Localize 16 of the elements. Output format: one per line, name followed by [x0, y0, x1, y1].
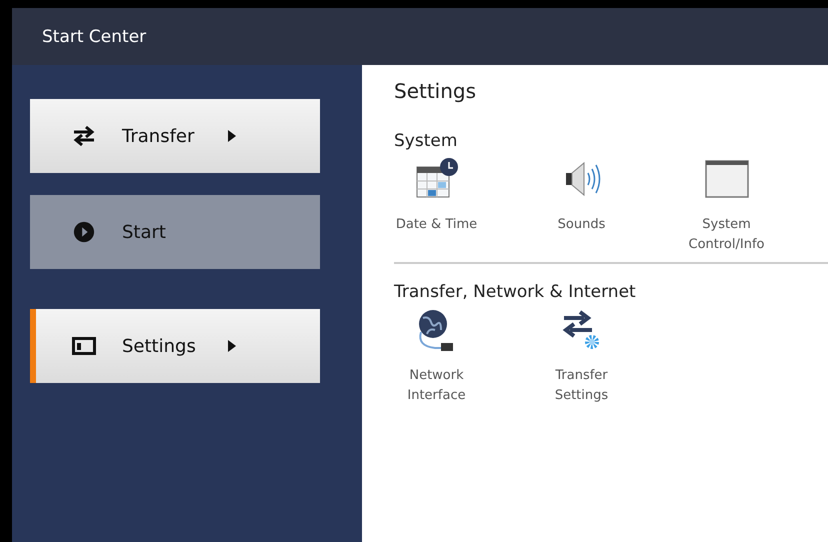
section-title: Transfer, Network & Internet	[394, 282, 637, 302]
nav-button[interactable]: Settings	[30, 309, 320, 383]
panel-icon	[72, 335, 96, 357]
settings-tile[interactable]: Network Interface	[364, 302, 509, 405]
settings-tile[interactable]: Transfer Settings	[509, 302, 654, 405]
settings-tile[interactable]: Sounds	[509, 151, 654, 254]
caret-icon	[228, 340, 236, 352]
caret-icon	[228, 130, 236, 142]
swap-arrows-icon	[72, 125, 96, 147]
section-title: System	[394, 131, 458, 151]
panel-title: Settings	[394, 79, 478, 103]
nav-button[interactable]: Transfer	[30, 99, 320, 173]
window-title: Start Center	[42, 26, 146, 46]
settings-tile[interactable]: System Control/Info	[654, 151, 799, 254]
play-icon	[72, 221, 96, 243]
settings-tile[interactable]: Date & Time	[364, 151, 509, 254]
